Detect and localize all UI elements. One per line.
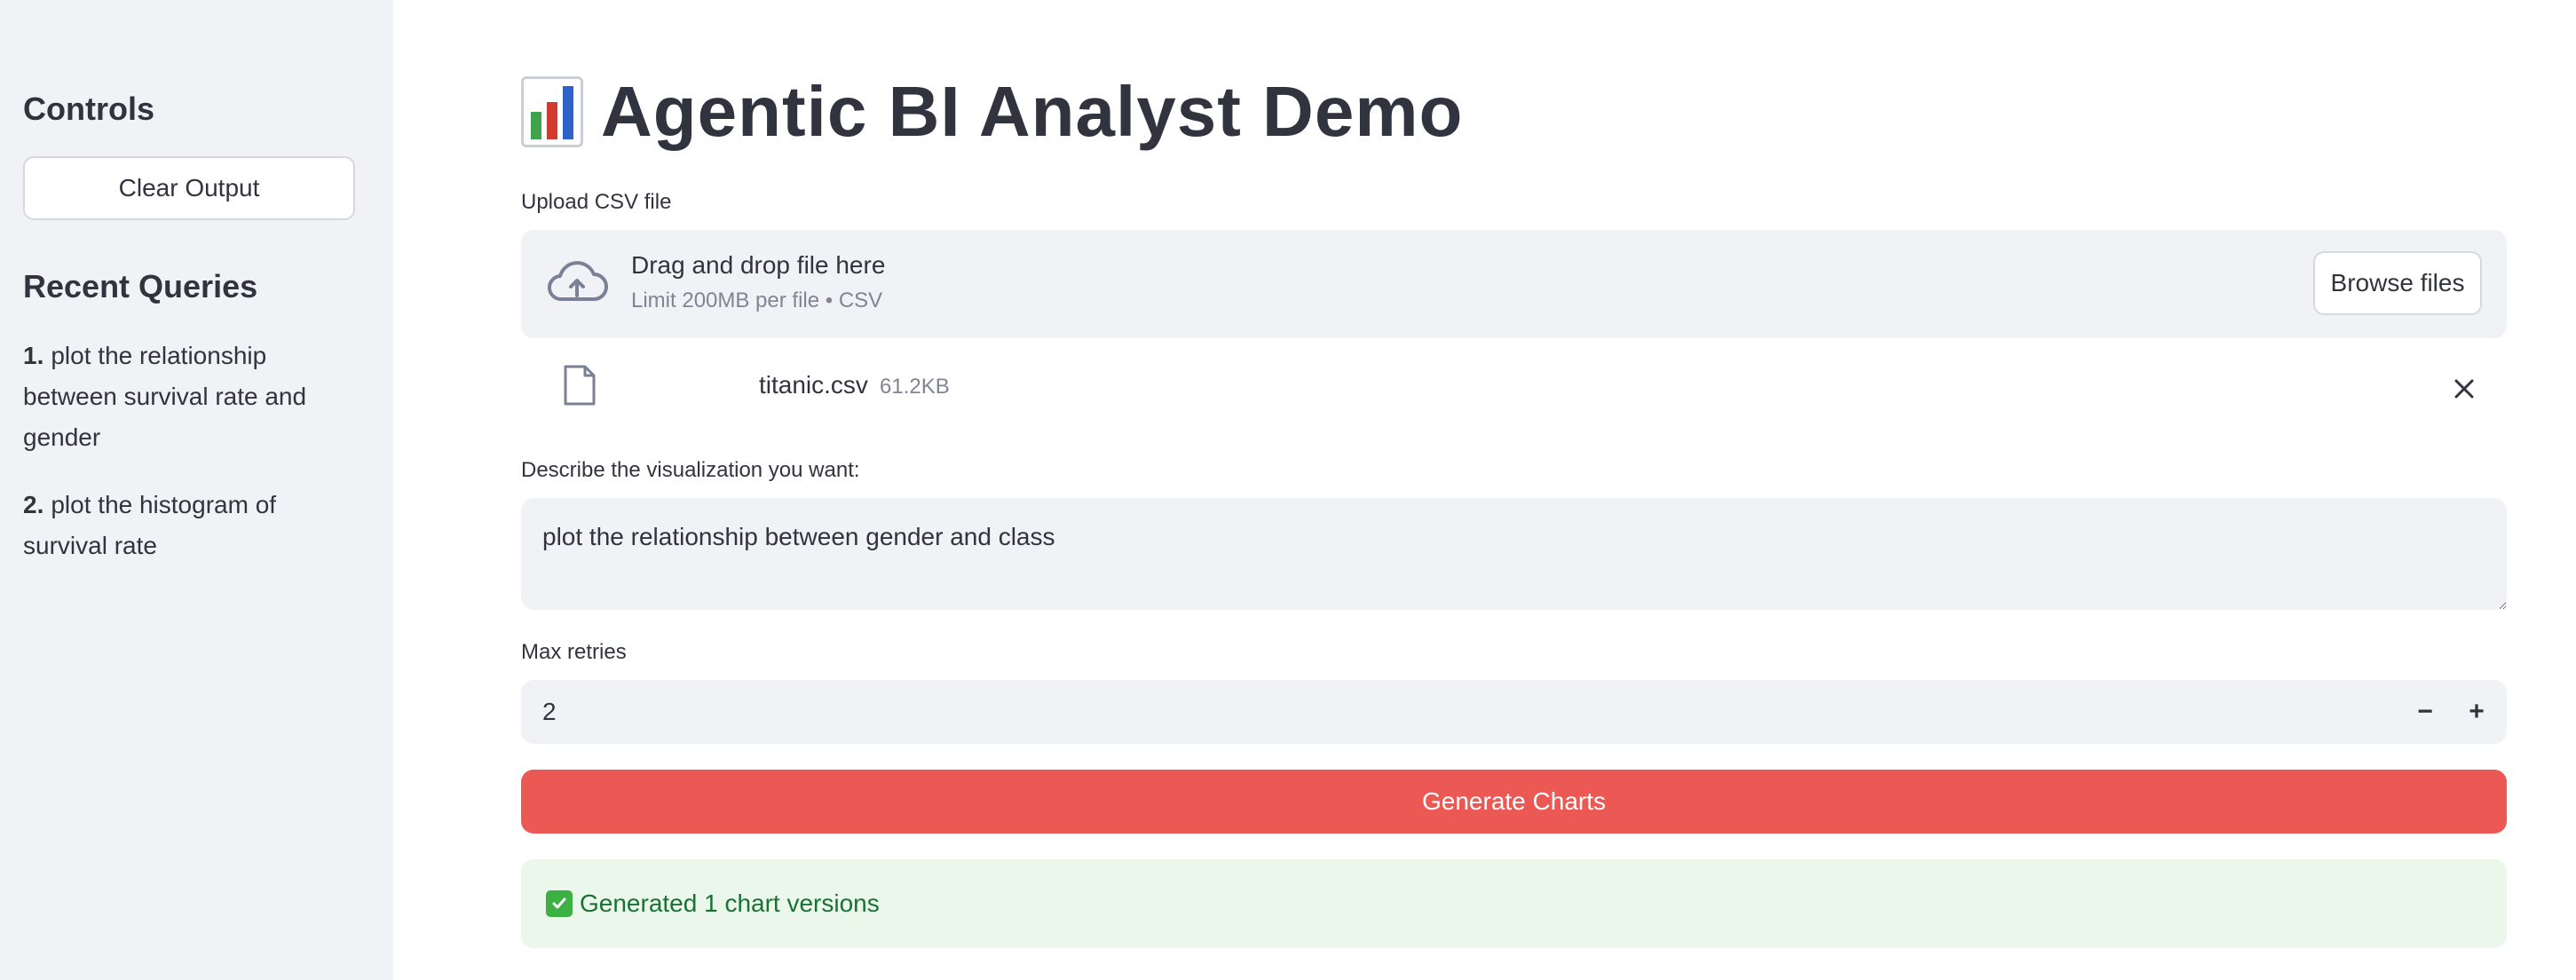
dropzone-title: Drag and drop file here: [631, 251, 886, 279]
increment-button[interactable]: +: [2452, 680, 2501, 744]
clear-output-button[interactable]: Clear Output: [23, 156, 355, 220]
recent-query-item: 2. plot the histogram of survival rate: [23, 485, 343, 566]
main-content: Agentic BI Analyst Demo Upload CSV file …: [393, 0, 2576, 980]
file-icon: [564, 365, 596, 406]
bar-chart-emoji-icon: [521, 76, 583, 147]
file-dropzone[interactable]: Drag and drop file here Limit 200MB per …: [521, 230, 2507, 338]
max-retries-input[interactable]: 2 − +: [521, 680, 2507, 744]
page-header: Agentic BI Analyst Demo: [521, 71, 1463, 153]
recent-query-item: 1. plot the relationship between survival…: [23, 336, 343, 458]
query-text: plot the histogram of survival rate: [23, 491, 277, 559]
recent-queries-list: 1. plot the relationship between survival…: [23, 336, 343, 593]
decrement-button[interactable]: −: [2400, 680, 2450, 744]
file-name: titanic.csv: [759, 371, 868, 399]
max-retries-label: Max retries: [521, 640, 627, 664]
dropzone-limit: Limit 200MB per file • CSV: [631, 288, 883, 312]
prompt-label: Describe the visualization you want:: [521, 458, 860, 482]
success-alert: Generated 1 chart versions: [521, 859, 2507, 948]
visualization-prompt-textarea[interactable]: plot the relationship between gender and…: [521, 498, 2507, 610]
uploaded-file-row: titanic.csv 61.2KB: [521, 352, 2507, 426]
browse-files-button[interactable]: Browse files: [2313, 251, 2482, 315]
remove-file-button[interactable]: [2446, 371, 2482, 407]
recent-queries-heading: Recent Queries: [23, 268, 258, 304]
query-number: 1.: [23, 342, 44, 369]
query-text: plot the relationship between survival r…: [23, 342, 307, 451]
sidebar: Controls Clear Output Recent Queries 1. p…: [0, 0, 393, 980]
max-retries-value[interactable]: 2: [542, 680, 557, 744]
cloud-upload-icon: [548, 261, 608, 302]
file-size: 61.2KB: [880, 375, 950, 399]
upload-label: Upload CSV file: [521, 190, 672, 214]
close-icon: [2454, 379, 2474, 399]
query-number: 2.: [23, 491, 44, 518]
check-mark-icon: [546, 890, 573, 917]
app-root: Controls Clear Output Recent Queries 1. p…: [0, 0, 2576, 980]
success-message: Generated 1 chart versions: [580, 889, 880, 917]
dropzone-instructions: Drag and drop file here Limit 200MB per …: [631, 251, 885, 313]
generate-charts-button[interactable]: Generate Charts: [521, 770, 2507, 834]
page-title: Agentic BI Analyst Demo: [601, 72, 1464, 151]
controls-heading: Controls: [23, 91, 154, 127]
